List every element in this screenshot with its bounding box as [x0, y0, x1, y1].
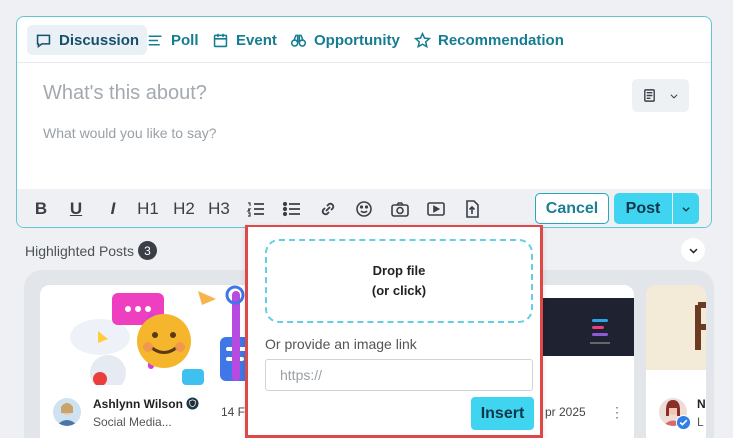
ordered-list-icon — [246, 202, 264, 217]
tab-poll[interactable]: Poll — [139, 25, 207, 55]
tab-label: Discussion — [59, 31, 140, 49]
body-input[interactable]: What would you like to say? — [43, 125, 217, 141]
post-composer: Discussion Poll Event Opportunity Recomm… — [16, 16, 712, 228]
tab-discussion[interactable]: Discussion — [27, 25, 148, 55]
more-options-icon[interactable]: ⋮ — [610, 404, 624, 421]
post-type-tabs: Discussion Poll Event Opportunity Recomm… — [17, 17, 711, 63]
template-dropdown-button[interactable] — [632, 79, 689, 112]
camera-icon — [391, 202, 409, 217]
binoculars-icon — [290, 34, 307, 47]
cancel-button[interactable]: Cancel — [535, 193, 609, 224]
author-name[interactable]: N — [697, 397, 706, 411]
chevron-down-icon — [670, 93, 678, 99]
video-button[interactable] — [424, 197, 448, 221]
file-dropzone[interactable]: Drop file (or click) — [265, 239, 533, 323]
ordered-list-button[interactable] — [244, 197, 268, 221]
highlighted-posts-header: Highlighted Posts 3 — [25, 241, 157, 260]
video-icon — [427, 202, 445, 216]
verified-check-icon — [676, 415, 691, 430]
bold-button[interactable]: B — [31, 197, 51, 221]
post-image — [646, 285, 706, 370]
tab-label: Event — [236, 31, 277, 49]
post-image — [40, 285, 258, 391]
avatar — [53, 398, 81, 426]
author-name-text: Ashlynn Wilson — [93, 397, 183, 411]
author-role: L — [697, 415, 704, 429]
image-button[interactable] — [388, 197, 412, 221]
calendar-icon — [213, 33, 228, 47]
attach-file-button[interactable] — [460, 197, 484, 221]
verified-shield-icon — [186, 397, 199, 410]
post-button[interactable]: Post — [614, 193, 672, 224]
list-bars-icon — [148, 34, 162, 46]
h1-button[interactable]: H1 — [135, 197, 161, 221]
document-icon — [644, 89, 655, 102]
tab-opportunity[interactable]: Opportunity — [282, 25, 408, 55]
h2-button[interactable]: H2 — [171, 197, 197, 221]
formatting-toolbar: B U I H1 H2 H3 Cancel Post — [17, 189, 711, 227]
post-date: pr 2025 — [545, 405, 586, 419]
file-upload-icon — [466, 200, 479, 218]
tab-recommendation[interactable]: Recommendation — [406, 25, 572, 55]
image-insert-popup: Drop file (or click) Or provide an image… — [245, 225, 543, 438]
link-button[interactable] — [316, 197, 340, 221]
brand-logo-image — [590, 319, 610, 344]
smiley-icon — [356, 201, 372, 217]
author-role: Social Media... — [93, 415, 172, 429]
post-image — [530, 298, 634, 356]
image-link-input[interactable] — [265, 359, 533, 391]
image-link-label: Or provide an image link — [265, 336, 417, 352]
chevron-down-icon — [682, 206, 690, 212]
link-icon — [321, 202, 335, 216]
collapse-toggle-button[interactable] — [681, 238, 705, 262]
chevron-down-icon — [689, 248, 697, 254]
dropzone-sublabel: (or click) — [371, 283, 427, 298]
tab-label: Recommendation — [438, 31, 564, 49]
bullet-list-button[interactable] — [280, 197, 304, 221]
post-options-button[interactable] — [673, 193, 699, 224]
tab-label: Opportunity — [314, 31, 400, 49]
count-badge: 3 — [137, 241, 157, 260]
star-icon — [414, 31, 431, 48]
dropzone-label: Drop file — [372, 263, 426, 278]
author-name[interactable]: Ashlynn Wilson — [93, 397, 199, 411]
emoji-button[interactable] — [352, 197, 376, 221]
tab-event[interactable]: Event — [204, 25, 285, 55]
social-media-illustration — [70, 285, 254, 391]
highlighted-posts-title: Highlighted Posts — [25, 242, 134, 259]
bullet-list-icon — [282, 201, 300, 217]
chat-bubble-icon — [36, 34, 51, 48]
italic-button[interactable]: I — [103, 197, 123, 221]
insert-button[interactable]: Insert — [471, 397, 534, 430]
subject-input[interactable]: What's this about? — [43, 82, 207, 105]
h3-button[interactable]: H3 — [206, 197, 232, 221]
underline-button[interactable]: U — [66, 197, 86, 221]
tab-label: Poll — [171, 31, 199, 49]
